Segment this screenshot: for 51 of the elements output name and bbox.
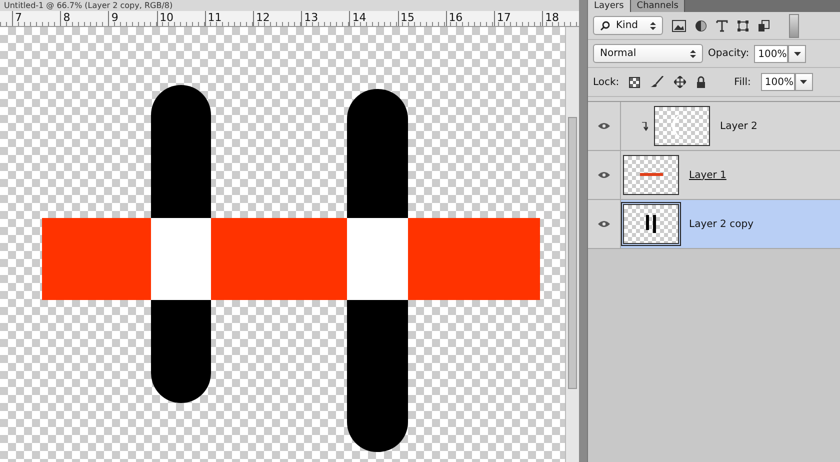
search-icon — [600, 20, 610, 30]
eye-icon[interactable] — [598, 220, 610, 228]
lock-label: Lock: — [593, 76, 620, 88]
panel-tab[interactable]: Channels — [630, 0, 686, 12]
filter-kind-dropdown[interactable]: Kind — [593, 16, 663, 35]
shape-filter-icon[interactable] — [737, 20, 749, 32]
document-tab-title: Untitled-1 @ 66.7% (Layer 2 copy, RGB/8) — [0, 0, 579, 11]
ruler-label: 17 — [494, 11, 542, 26]
adjustment-filter-icon[interactable] — [695, 20, 707, 32]
updown-icon — [650, 20, 656, 30]
layer-name[interactable]: Layer 2 — [720, 120, 758, 132]
eye-icon[interactable] — [598, 171, 610, 179]
type-filter-icon[interactable] — [716, 20, 728, 32]
ruler-label: 7 — [12, 11, 60, 26]
padlock-icon[interactable] — [696, 76, 706, 88]
vertical-scrollbar[interactable] — [565, 27, 579, 462]
panel-tab[interactable]: Layers — [588, 0, 631, 12]
smart-object-filter-icon[interactable] — [758, 20, 770, 32]
ruler-label: 15 — [398, 11, 446, 26]
ruler-label: 13 — [301, 11, 350, 26]
eye-icon[interactable] — [598, 122, 610, 130]
caret-icon — [794, 52, 801, 56]
layer-row[interactable]: Layer 1 — [588, 151, 840, 200]
updown-icon — [690, 48, 696, 58]
layer-thumbnail — [654, 106, 710, 146]
image-filter-icon[interactable] — [672, 20, 686, 32]
blend-mode-dropdown[interactable]: Normal — [593, 44, 703, 63]
filter-toggle[interactable] — [789, 14, 799, 38]
opacity-label: Opacity: — [708, 48, 750, 59]
brush-icon[interactable] — [650, 76, 664, 88]
layer-thumbnail — [623, 204, 679, 244]
ruler-label: 8 — [60, 11, 108, 26]
ruler-label: 9 — [108, 11, 157, 26]
layer-thumbnail — [623, 155, 679, 195]
opacity-field[interactable]: 100% — [754, 44, 788, 62]
ruler-label: 14 — [349, 11, 398, 26]
opacity-dropdown-button[interactable] — [788, 44, 806, 62]
layer-row[interactable]: Layer 2 copy — [588, 200, 840, 249]
layer-row[interactable]: Layer 2 — [588, 102, 840, 151]
ruler-label: 16 — [446, 11, 494, 26]
ruler-label: 11 — [204, 11, 253, 26]
layer-name[interactable]: Layer 2 copy — [689, 218, 754, 230]
fill-dropdown-button[interactable] — [794, 73, 813, 91]
fill-field[interactable]: 100% — [760, 73, 795, 91]
layer-name[interactable]: Layer 1 — [689, 170, 726, 180]
ruler-label: 10 — [156, 11, 205, 26]
ruler-label: 12 — [252, 11, 302, 26]
lock-transparency-icon[interactable] — [629, 76, 640, 88]
caret-icon — [800, 80, 808, 84]
fill-label: Fill: — [734, 76, 751, 88]
move-arrows-icon[interactable] — [674, 76, 686, 88]
